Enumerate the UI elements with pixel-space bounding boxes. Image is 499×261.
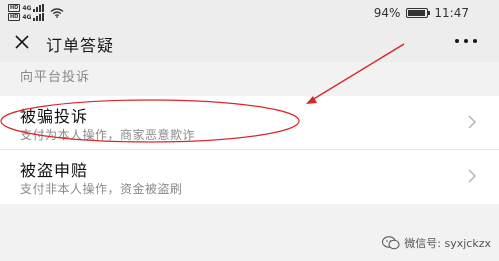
signal-icon [33, 13, 45, 21]
list-item-theft-claim[interactable]: 被盗申赔 支付非本人操作，资金被盗刷 [0, 150, 499, 204]
network-label: 4G [22, 13, 32, 21]
chevron-right-icon [468, 115, 477, 129]
battery-percent: 94% [373, 6, 401, 20]
network-label: 4G [22, 4, 32, 12]
list-item-fraud-complaint[interactable]: 被骗投诉 支付为本人操作，商家恶意欺诈 [0, 96, 499, 150]
page-title: 订单答疑 [46, 36, 115, 55]
list-item-subtitle: 支付非本人操作，资金被盗刷 [20, 182, 183, 196]
section-header: 向平台投诉 [20, 70, 91, 85]
clock: 11:47 [434, 6, 469, 20]
chevron-right-icon [468, 169, 477, 183]
watermark: 微信号: syxjckzx [382, 235, 491, 251]
title-bar: 订单答疑 [0, 26, 499, 62]
status-bar: HD 4G HD 4G 94% 11:47 [0, 0, 499, 26]
list-item-title: 被骗投诉 [20, 107, 89, 126]
hd-badge: HD [8, 4, 21, 12]
more-icon[interactable] [455, 39, 477, 43]
signal-area: HD 4G HD 4G [8, 4, 64, 21]
list-item-subtitle: 支付为本人操作，商家恶意欺诈 [20, 128, 196, 142]
list-item-title: 被盗申赔 [20, 161, 89, 180]
wechat-icon [382, 236, 400, 250]
wifi-icon [51, 7, 64, 18]
watermark-text: 微信号: syxjckzx [404, 237, 491, 250]
signal-icon [33, 4, 45, 12]
close-icon[interactable] [14, 34, 30, 50]
hd-badge: HD [8, 13, 21, 21]
battery-icon [406, 8, 431, 18]
